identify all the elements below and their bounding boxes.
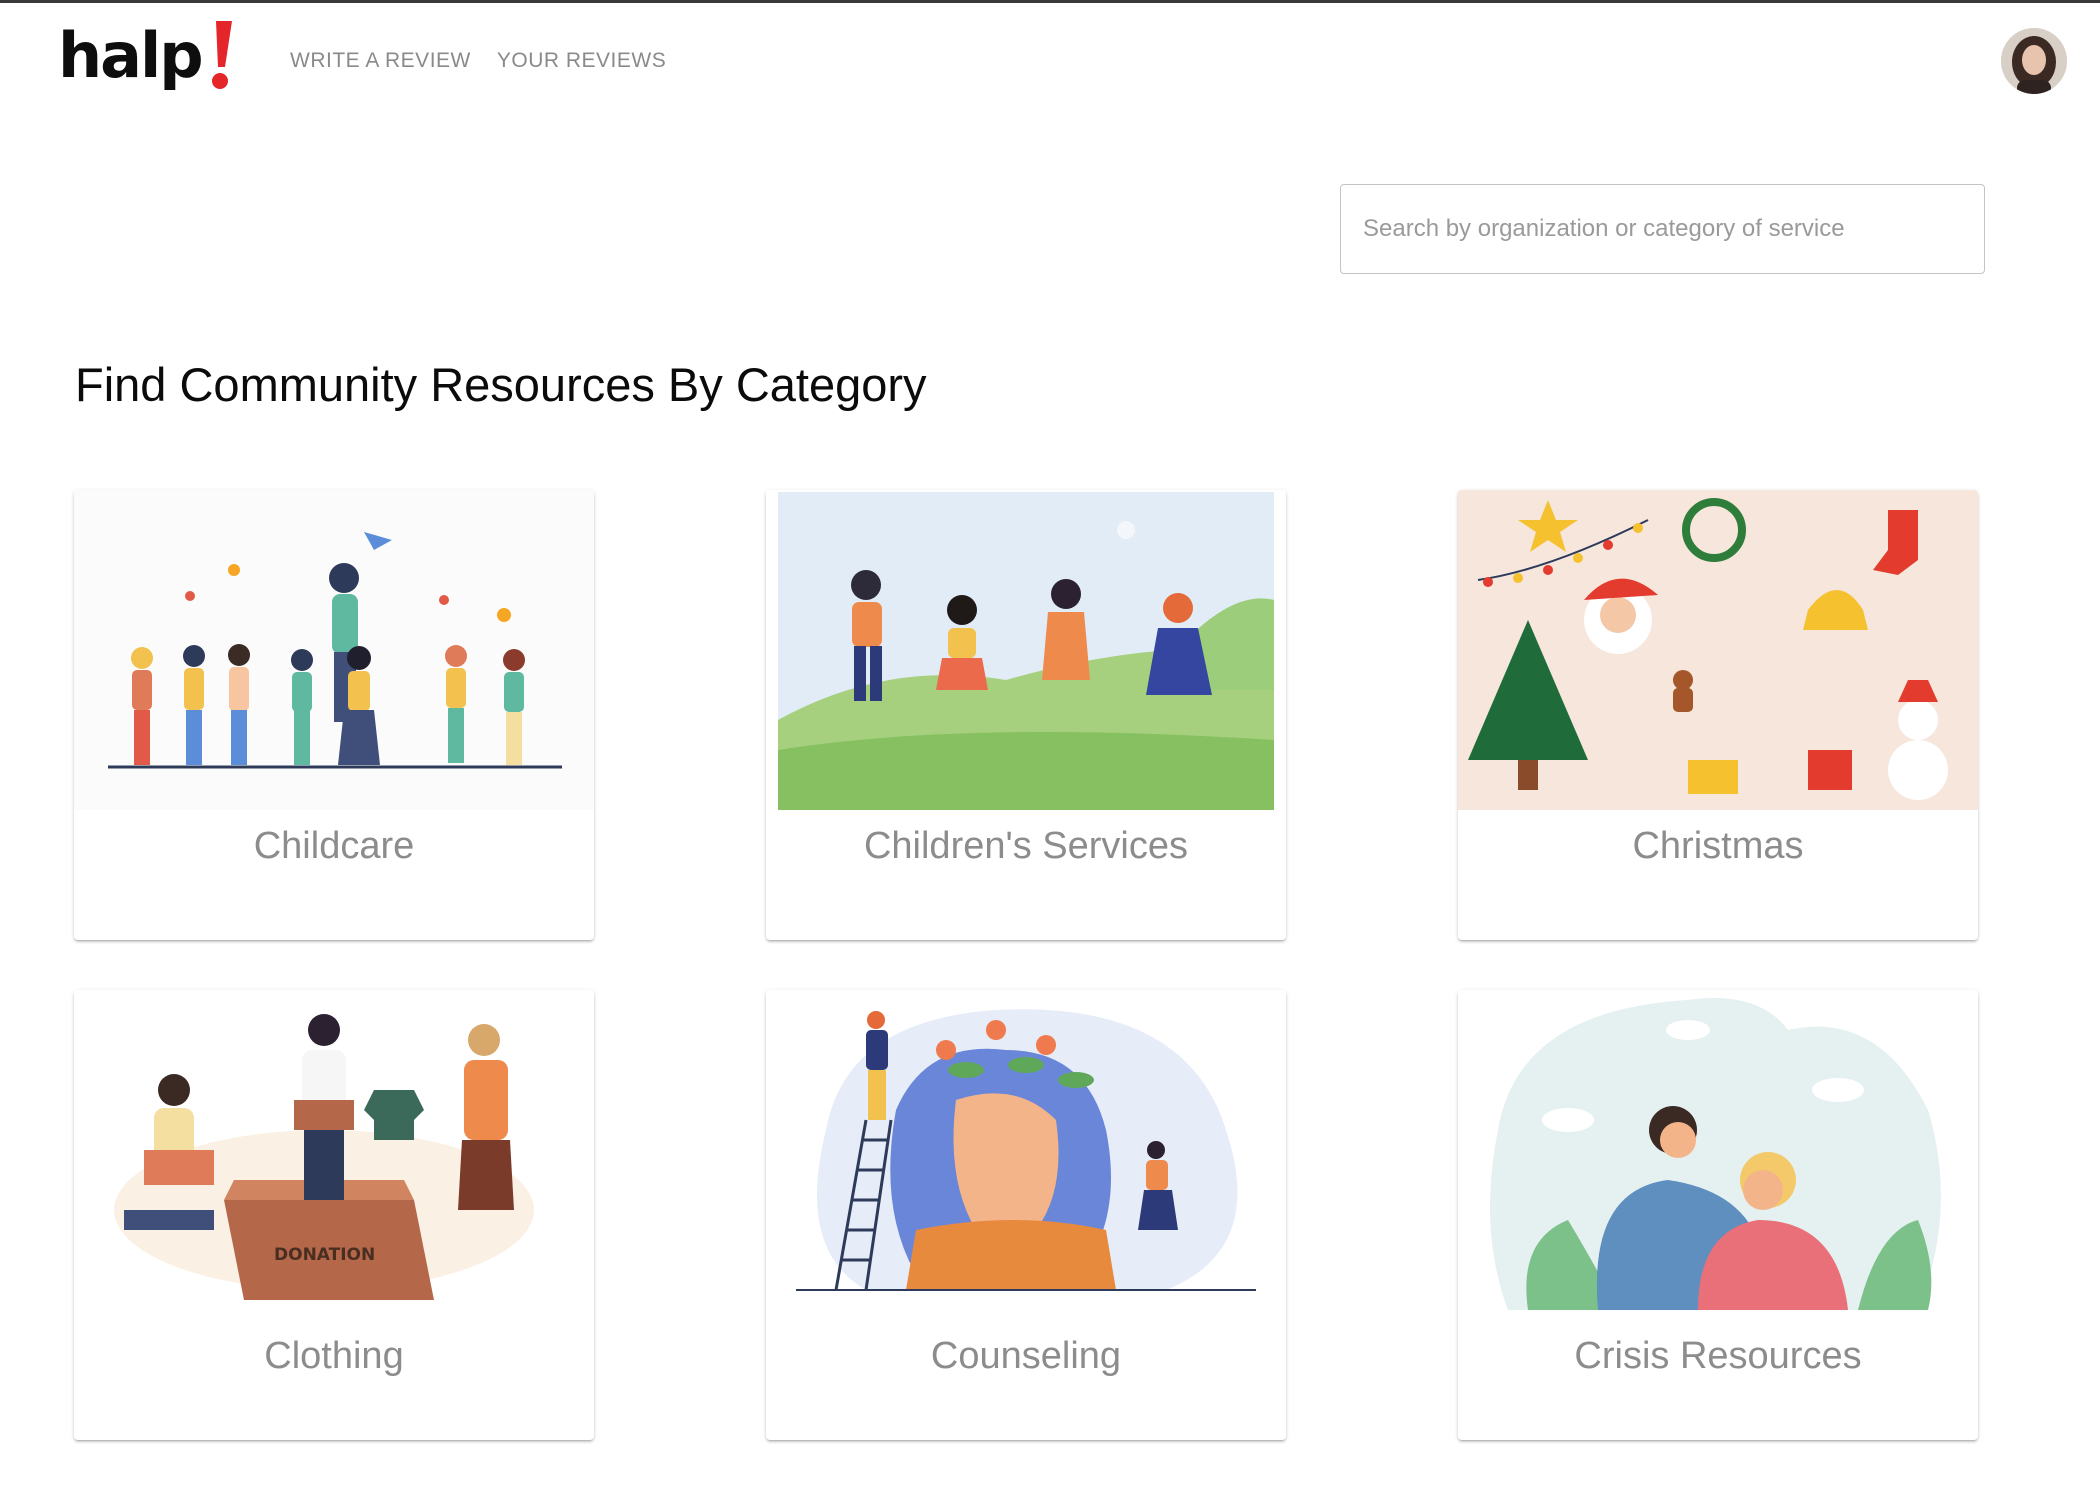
- user-avatar[interactable]: [2001, 28, 2067, 94]
- category-card-counseling[interactable]: Counseling: [766, 990, 1286, 1440]
- nav-your-reviews[interactable]: YOUR REVIEWS: [497, 49, 666, 73]
- app-header: halp WRITE A REVIEW YOUR REVIEWS: [0, 3, 2100, 113]
- crisis-resources-illustration: [1458, 990, 1978, 1310]
- category-card-childrens-services[interactable]: Children's Services: [766, 490, 1286, 940]
- nav-write-review[interactable]: WRITE A REVIEW: [290, 49, 471, 73]
- search-box[interactable]: [1340, 184, 1985, 274]
- card-label: Counseling: [930, 1335, 1122, 1377]
- page-title: Find Community Resources By Category: [75, 358, 927, 411]
- card-label: Christmas: [1632, 825, 1804, 867]
- clothing-illustration: DONATION: [74, 990, 594, 1310]
- childcare-illustration: [74, 490, 594, 810]
- category-card-christmas[interactable]: Christmas: [1458, 490, 1978, 940]
- card-label: Childcare: [253, 825, 415, 867]
- main-nav: WRITE A REVIEW YOUR REVIEWS: [290, 49, 666, 73]
- category-card-crisis-resources[interactable]: Crisis Resources: [1458, 990, 1978, 1440]
- search-input[interactable]: [1341, 185, 1984, 273]
- counseling-illustration: [766, 990, 1286, 1310]
- card-label: Crisis Resources: [1574, 1335, 1862, 1377]
- halp-logo[interactable]: halp: [58, 15, 248, 95]
- christmas-illustration: [1458, 490, 1978, 810]
- category-card-childcare[interactable]: Childcare: [74, 490, 594, 940]
- category-card-clothing[interactable]: DONATION Clothing: [74, 990, 594, 1440]
- card-label: Clothing: [264, 1335, 404, 1377]
- svg-text:halp: halp: [58, 19, 202, 92]
- card-label: Children's Services: [863, 825, 1189, 867]
- donation-box-text: DONATION: [274, 1245, 375, 1265]
- childrens-services-illustration: [766, 490, 1286, 810]
